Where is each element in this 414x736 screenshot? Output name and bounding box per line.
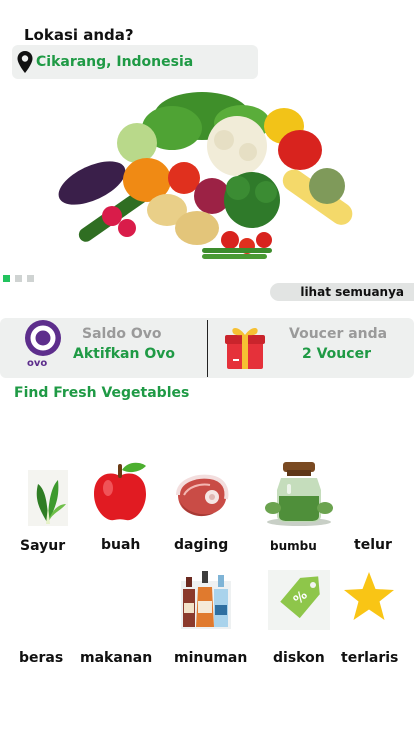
carousel-dots [3, 275, 34, 282]
carousel-dot[interactable] [15, 275, 22, 282]
carousel-dot[interactable] [27, 275, 34, 282]
category-label-buah: buah [101, 537, 141, 553]
voucher-title: Voucer anda [289, 326, 388, 342]
wallet-panel: ovo Saldo Ovo Aktifkan Ovo Voucer anda 2… [0, 318, 414, 378]
gift-icon [225, 328, 265, 369]
bottles-icon [181, 571, 231, 629]
steak-icon [176, 474, 229, 517]
location-title: Lokasi anda? [24, 26, 134, 44]
bok-choy-icon [28, 470, 68, 526]
voucher-count: 2 Voucer [302, 346, 371, 362]
category-label-terlaris: terlaris [341, 650, 399, 666]
category-label-sayur: Sayur [20, 538, 66, 554]
activate-ovo-link[interactable]: Aktifkan Ovo [73, 346, 175, 362]
wallet-divider [207, 320, 208, 377]
map-pin-icon [17, 51, 33, 73]
location-value: Cikarang, Indonesia [36, 54, 194, 70]
ovo-logo-text: ovo [27, 358, 48, 369]
see-all-button[interactable]: lihat semuanya [270, 283, 414, 301]
category-label-daging: daging [174, 537, 229, 553]
vegetables-banner[interactable] [52, 88, 362, 264]
discount-tag-icon: % [268, 570, 330, 630]
category-label-makanan: makanan [80, 650, 153, 666]
apple-icon [94, 462, 146, 521]
category-label-bumbu: bumbu [270, 539, 317, 553]
spice-jar-icon [265, 462, 333, 526]
star-icon [344, 572, 394, 620]
category-label-telur: telur [354, 537, 392, 553]
section-title: Find Fresh Vegetables [14, 385, 190, 401]
location-selector[interactable]: Cikarang, Indonesia [12, 45, 258, 79]
carousel-dot-active[interactable] [3, 275, 10, 282]
category-label-diskon: diskon [273, 650, 325, 666]
ovo-balance-title: Saldo Ovo [82, 326, 162, 342]
category-label-minuman: minuman [174, 650, 248, 666]
category-label-beras: beras [19, 650, 64, 666]
